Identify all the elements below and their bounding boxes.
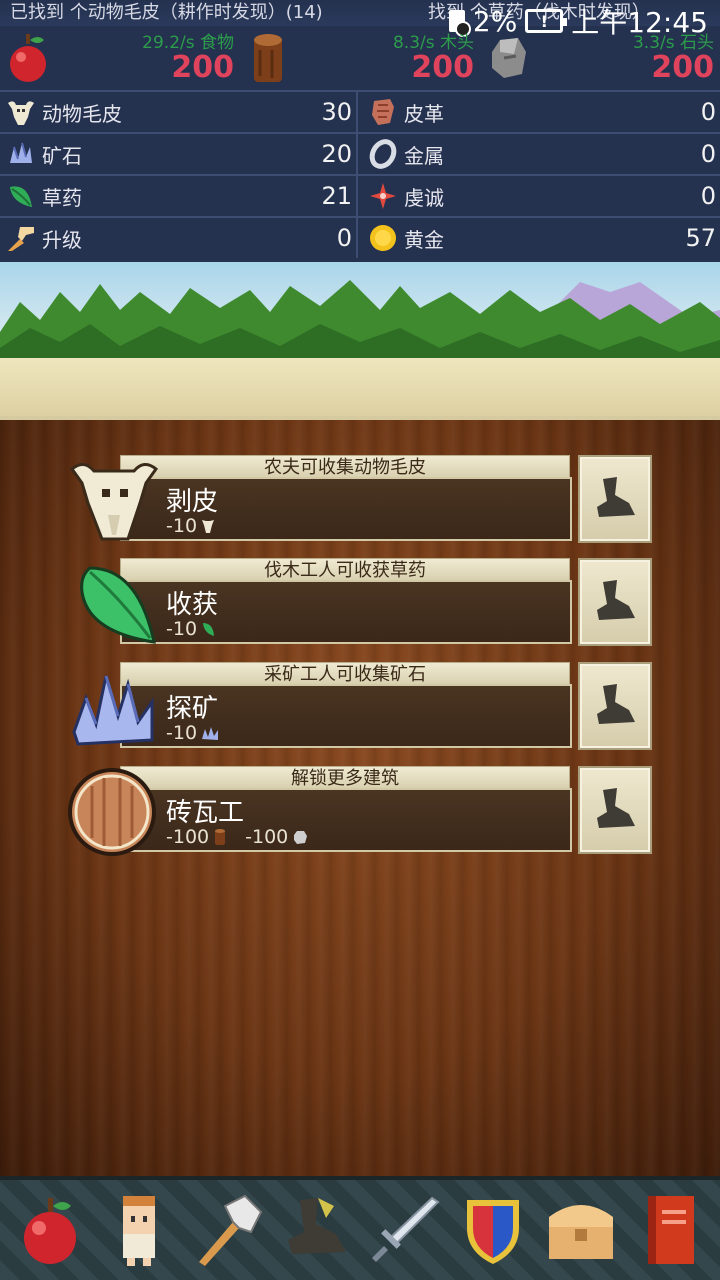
leaf-icon	[203, 623, 215, 636]
boot-icon	[597, 477, 635, 517]
resource-hides: 动物毛皮 30	[0, 92, 358, 132]
build-button-prospect[interactable]	[578, 662, 652, 750]
ore-icon	[6, 139, 36, 169]
resource-row: 草药 21 虔诚 0	[0, 174, 720, 216]
boot-icon	[597, 684, 635, 724]
stone-icon	[294, 831, 308, 844]
card-cost: -100 -100	[166, 826, 308, 848]
food-amount: 200	[171, 50, 234, 85]
stone-icon	[492, 38, 526, 78]
wood-amount: 200	[411, 50, 474, 85]
ore-icon	[72, 675, 154, 746]
landscape-scene	[0, 262, 720, 420]
tab-villagers[interactable]	[99, 1185, 179, 1275]
card-header: 农夫可收集动物毛皮	[120, 455, 570, 479]
cross-icon	[368, 181, 398, 211]
action-card-bricklayer[interactable]: 解锁更多建筑 砖瓦工 -100 -100	[68, 766, 573, 856]
build-button-bricklayer[interactable]	[578, 766, 652, 854]
card-title: 砖瓦工	[166, 798, 245, 828]
action-card-harvest[interactable]: 伐木工人可收获草药 收获 -10	[68, 558, 573, 648]
ring-icon	[368, 139, 398, 169]
apple-tab-icon	[24, 1198, 77, 1264]
tab-defense[interactable]	[453, 1185, 533, 1275]
sand-ground	[0, 358, 720, 416]
shield-tab-icon	[466, 1200, 519, 1264]
card-title: 剥皮	[166, 487, 219, 517]
skull-icon	[69, 463, 159, 541]
resource-panel: 已找到 个动物毛皮（耕作时发现）(14) 找到 个草药（伐木时发现） 2% ! …	[0, 0, 720, 262]
card-cost: -10	[166, 722, 219, 744]
upgrade-icon	[6, 223, 36, 253]
gold-coin-icon	[368, 223, 398, 253]
stone-resource: 3.3/s 石头 200	[480, 26, 720, 90]
skull-icon	[202, 520, 215, 533]
leaf-icon	[6, 181, 36, 211]
stone-amount: 200	[651, 50, 714, 85]
hammer-tab-icon	[199, 1194, 263, 1266]
card-header: 采矿工人可收集矿石	[120, 662, 570, 686]
book-tab-icon	[647, 1196, 694, 1264]
action-card-skinning[interactable]: 农夫可收集动物毛皮 剥皮 -10	[68, 455, 573, 545]
card-title: 收获	[166, 590, 219, 620]
wood-resource: 8.3/s 木头 200	[240, 26, 480, 90]
food-resource: 29.2/s 食物 200	[0, 26, 240, 90]
card-title: 探矿	[166, 694, 219, 724]
tab-jobs[interactable]	[276, 1185, 356, 1275]
skull-icon	[6, 97, 36, 127]
tab-log[interactable]	[630, 1185, 710, 1275]
tab-food[interactable]	[10, 1185, 90, 1275]
action-card-prospect[interactable]: 采矿工人可收集矿石 探矿 -10	[68, 662, 573, 752]
leather-icon	[368, 97, 398, 127]
build-button-harvest[interactable]	[578, 558, 652, 646]
boot-tab-icon	[287, 1198, 346, 1254]
resource-ore: 矿石 20	[0, 134, 358, 174]
resource-upgrade: 升级 0	[0, 218, 358, 258]
tab-storage[interactable]	[541, 1185, 621, 1275]
villager-tab-icon	[122, 1196, 155, 1266]
boot-icon	[597, 788, 635, 828]
leaf-icon	[80, 566, 156, 644]
resource-row: 升级 0 黄金 57	[0, 216, 720, 258]
chest-tab-icon	[549, 1205, 614, 1259]
card-header: 解锁更多建筑	[120, 766, 570, 790]
sword-tab-icon	[372, 1196, 440, 1262]
boot-icon	[597, 580, 635, 620]
card-cost: -10	[166, 618, 215, 640]
ore-icon	[202, 727, 219, 740]
resource-herbs: 草药 21	[0, 176, 358, 216]
build-button-skinning[interactable]	[578, 455, 652, 543]
resource-gold: 黄金 57	[362, 218, 720, 258]
round-shield-icon	[68, 768, 156, 856]
card-header: 伐木工人可收获草药	[120, 558, 570, 582]
resource-piety: 虔诚 0	[362, 176, 720, 216]
tab-military[interactable]	[364, 1185, 444, 1275]
card-cost: -10	[166, 515, 215, 537]
log-icon	[215, 829, 226, 845]
resource-leather: 皮革 0	[362, 92, 720, 132]
tab-build[interactable]	[187, 1185, 267, 1275]
resource-row: 矿石 20 金属 0	[0, 132, 720, 174]
bottom-nav	[0, 1176, 720, 1280]
notification-left: 已找到 个动物毛皮（耕作时发现）(14)	[10, 2, 323, 23]
resource-row: 动物毛皮 30 皮革 0	[0, 90, 720, 132]
apple-icon	[10, 34, 46, 82]
resource-metal: 金属 0	[362, 134, 720, 174]
log-icon	[254, 34, 282, 82]
resource-grid: 动物毛皮 30 皮革 0 矿石 20 金属 0 草药 21 虔诚 0 升级 0 …	[0, 90, 720, 260]
